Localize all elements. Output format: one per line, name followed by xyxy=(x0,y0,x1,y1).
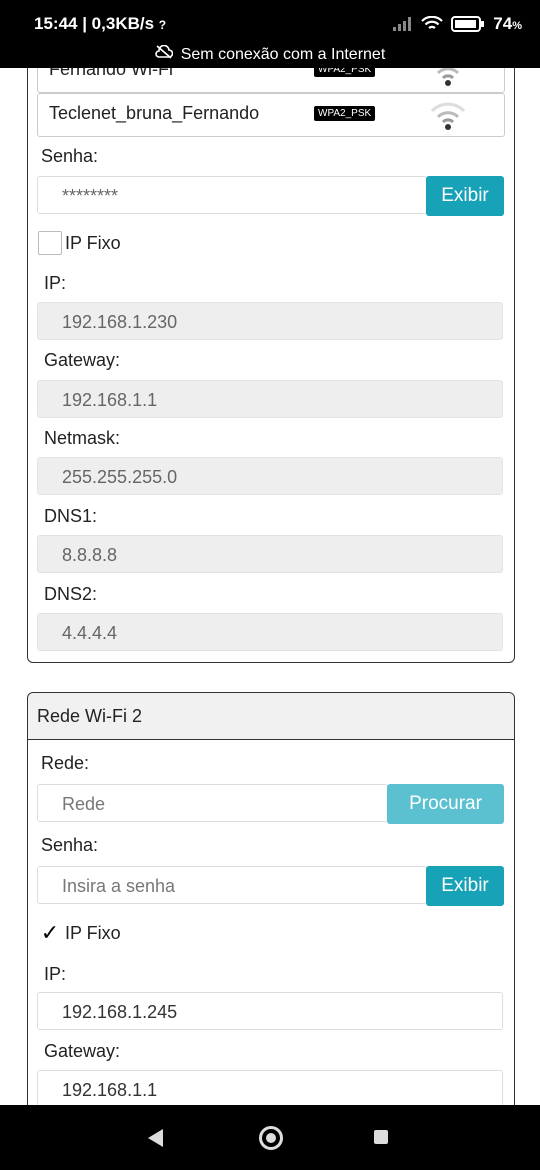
signal-icon xyxy=(393,17,412,31)
battery-level: 74 xyxy=(493,14,513,33)
dns2-label: DNS2: xyxy=(44,584,98,604)
show-password-button[interactable]: Exibir xyxy=(426,176,504,216)
network-list-item[interactable]: Fernando Wi-Fi WPA2_PSK xyxy=(37,68,505,93)
network-name: Teclenet_bruna_Fernando xyxy=(49,103,260,123)
ip-label: IP: xyxy=(44,273,67,293)
navigation-bar xyxy=(0,1105,540,1170)
content-area[interactable]: Fernando Wi-Fi WPA2_PSK Teclenet_bruna_F… xyxy=(0,68,540,1105)
recent-apps-icon[interactable] xyxy=(374,1130,388,1144)
password-input[interactable]: Insira a senha xyxy=(37,866,427,904)
gateway-input[interactable]: 192.168.1.1 xyxy=(37,380,503,418)
network-label: Rede: xyxy=(41,753,90,773)
dns2-input[interactable]: 4.4.4.4 xyxy=(37,613,503,651)
status-icons: 74% xyxy=(393,14,522,34)
password-label: Senha: xyxy=(41,835,99,855)
network-name: Fernando Wi-Fi xyxy=(49,68,174,79)
no-internet-banner: Sem conexão com a Internet xyxy=(0,44,540,64)
status-bar: 15:44 | 0,3KB/s ? 74% Sem conexão com a … xyxy=(0,0,540,68)
show-password-button[interactable]: Exibir xyxy=(426,866,504,906)
ip-input[interactable]: 192.168.1.230 xyxy=(37,302,503,340)
gateway-label: Gateway: xyxy=(44,1041,121,1061)
ip-label: IP: xyxy=(44,964,67,984)
password-label: Senha: xyxy=(41,146,99,166)
ip-input[interactable]: 192.168.1.245 xyxy=(37,992,503,1030)
network-list-item[interactable]: Teclenet_bruna_Fernando WPA2_PSK xyxy=(37,93,505,137)
card-title: Rede Wi-Fi 2 xyxy=(28,693,514,740)
search-networks-button[interactable]: Procurar xyxy=(387,784,504,824)
static-ip-label: IP Fixo xyxy=(65,232,121,253)
static-ip-label: IP Fixo xyxy=(65,922,121,943)
back-icon[interactable] xyxy=(148,1129,163,1147)
password-input[interactable]: ******** xyxy=(37,176,427,214)
wifi-card-1: Fernando Wi-Fi WPA2_PSK Teclenet_bruna_F… xyxy=(27,68,515,663)
wifi-icon xyxy=(421,16,444,29)
netmask-label: Netmask: xyxy=(44,428,121,448)
static-ip-checkbox[interactable]: ✓ xyxy=(38,920,62,945)
network-input[interactable]: Rede xyxy=(37,784,388,822)
security-badge: WPA2_PSK xyxy=(314,106,376,121)
dns1-label: DNS1: xyxy=(44,506,98,526)
battery-icon xyxy=(451,16,485,32)
dns1-input[interactable]: 8.8.8.8 xyxy=(37,535,503,573)
netmask-input[interactable]: 255.255.255.0 xyxy=(37,457,503,495)
wifi-card-2: Rede Wi-Fi 2 Rede: Rede Procurar Senha: … xyxy=(27,692,515,1105)
security-badge: WPA2_PSK xyxy=(314,68,376,77)
data-indicator-icon: ? xyxy=(158,18,167,32)
static-ip-checkbox-row[interactable]: IP Fixo xyxy=(38,231,121,255)
static-ip-checkbox[interactable] xyxy=(38,231,62,255)
home-icon[interactable] xyxy=(259,1126,283,1150)
cloud-off-icon xyxy=(154,44,174,64)
gateway-label: Gateway: xyxy=(44,350,121,370)
static-ip-checkbox-row[interactable]: ✓ IP Fixo xyxy=(38,920,121,945)
wifi-signal-icon xyxy=(432,68,464,86)
gateway-input[interactable]: 192.168.1.1 xyxy=(37,1070,503,1105)
status-time-speed: 15:44 | 0,3KB/s ? xyxy=(34,14,167,33)
wifi-signal-icon xyxy=(430,102,466,130)
